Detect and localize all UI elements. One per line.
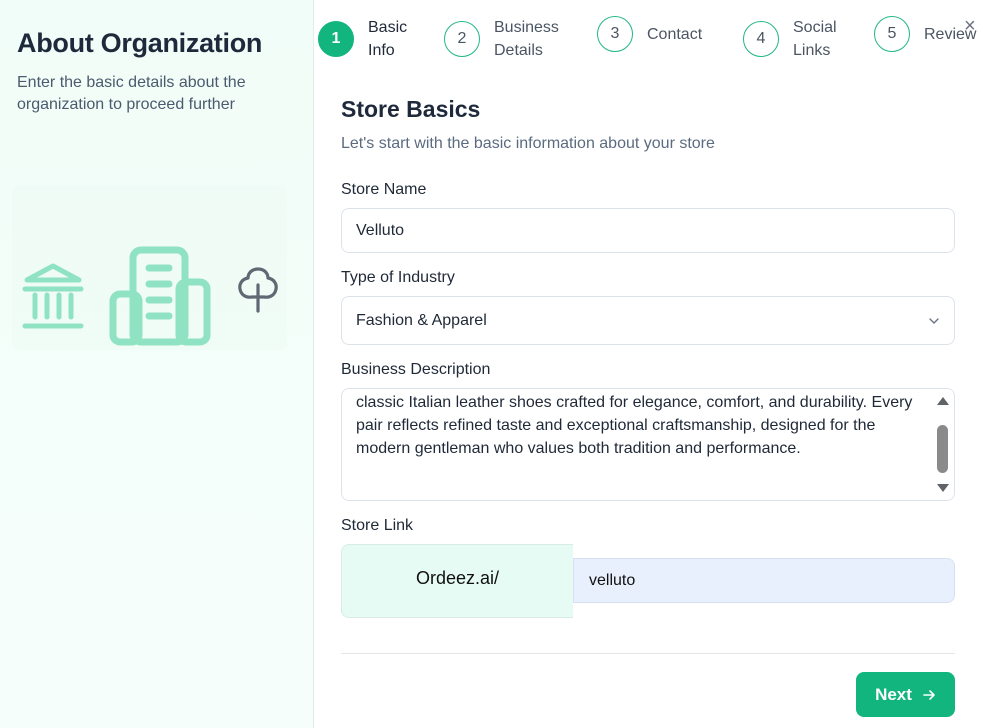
step-basic-info[interactable]: 1 Basic Info: [318, 16, 407, 62]
industry-label: Type of Industry: [341, 269, 455, 286]
chevron-down-icon: [929, 317, 939, 324]
store-link-value: velluto: [589, 571, 636, 589]
store-name-value: Velluto: [356, 221, 405, 239]
description-textarea[interactable]: classic Italian leather shoes crafted fo…: [341, 388, 955, 501]
step-number: 1: [318, 21, 354, 57]
tree-icon: [238, 267, 278, 313]
scroll-up-arrow-icon[interactable]: [937, 397, 949, 405]
scroll-thumb[interactable]: [937, 425, 948, 473]
textarea-scrollbar[interactable]: [933, 390, 953, 499]
stepper: 1 Basic Info 2 Business Details 3 Contac…: [318, 0, 980, 70]
bank-icon: [22, 263, 84, 329]
step-review[interactable]: 5 Review: [874, 16, 976, 52]
close-button[interactable]: ×: [964, 16, 976, 36]
step-number: 3: [597, 16, 633, 52]
store-link-prefix: Ordeez.ai/: [341, 544, 573, 618]
step-number: 2: [444, 21, 480, 57]
section-subtitle: Let's start with the basic information a…: [341, 135, 715, 152]
store-name-label: Store Name: [341, 181, 427, 198]
step-business-details[interactable]: 2 Business Details: [444, 16, 559, 62]
scroll-down-arrow-icon[interactable]: [937, 484, 949, 492]
step-number: 5: [874, 16, 910, 52]
store-link-label: Store Link: [341, 517, 414, 534]
store-link-input[interactable]: velluto: [573, 558, 955, 603]
building-icon: [109, 246, 211, 346]
industry-select[interactable]: Fashion & Apparel: [341, 296, 955, 345]
step-label: Business Details: [494, 19, 559, 59]
next-button[interactable]: Next: [856, 672, 955, 717]
illustration: [12, 185, 287, 350]
step-label: Social Links: [793, 19, 837, 59]
left-panel: About Organization Enter the basic detai…: [0, 0, 314, 728]
step-social-links[interactable]: 4 Social Links: [743, 16, 837, 62]
step-contact[interactable]: 3 Contact: [597, 16, 702, 52]
next-label: Next: [875, 684, 912, 704]
section-title: Store Basics: [341, 96, 481, 122]
step-label: Basic Info: [368, 19, 408, 59]
step-label: Contact: [647, 25, 703, 43]
store-link-group: Ordeez.ai/ velluto: [341, 544, 955, 618]
store-name-input[interactable]: Velluto: [341, 208, 955, 253]
industry-value: Fashion & Apparel: [356, 311, 487, 329]
arrow-right-icon: [923, 689, 935, 700]
panel-title: About Organization: [17, 28, 263, 58]
footer-divider: [341, 653, 955, 654]
description-label: Business Description: [341, 361, 491, 378]
panel-subtitle: Enter the basic details about the organi…: [17, 74, 246, 113]
description-value: classic Italian leather shoes crafted fo…: [356, 394, 913, 457]
step-number: 4: [743, 21, 779, 57]
